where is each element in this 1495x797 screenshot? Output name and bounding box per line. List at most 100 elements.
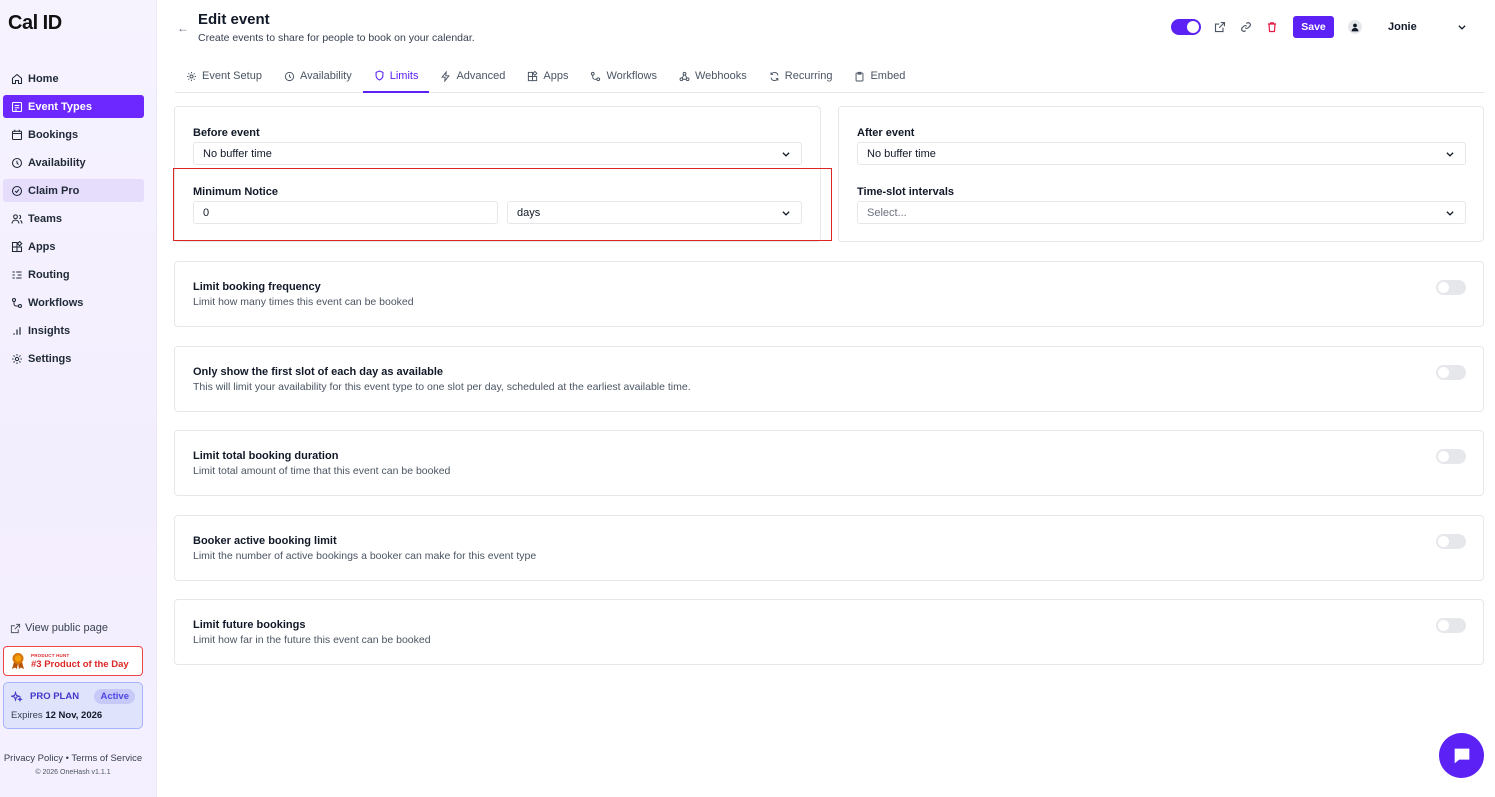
first-slot-only-toggle[interactable] (1436, 365, 1466, 380)
tab-label: Availability (299, 70, 352, 82)
sidebar-item-availability[interactable]: Availability (3, 151, 144, 174)
row-description: Limit total amount of time that this eve… (193, 465, 451, 477)
avatar[interactable] (1348, 20, 1362, 34)
medal-icon (12, 653, 24, 669)
chat-icon (1454, 748, 1469, 763)
tab-webhooks[interactable]: Webhooks (668, 60, 758, 92)
after-event-select[interactable]: No buffer time (857, 142, 1466, 165)
insights-icon (10, 324, 23, 337)
terms-of-service-link[interactable]: Terms of Service (71, 753, 142, 764)
pro-plan-card[interactable]: PRO PLAN Active Expires 12 Nov, 2026 (3, 682, 143, 729)
calendar-icon (10, 128, 23, 141)
chat-button[interactable] (1439, 733, 1484, 778)
sidebar-item-label: Claim Pro (28, 184, 80, 197)
chevron-down-icon (1446, 152, 1454, 157)
sparkle-icon (11, 690, 23, 702)
time-slot-select[interactable]: Select... (857, 201, 1466, 224)
limit-total-duration-card: Limit total booking duration Limit total… (174, 430, 1484, 496)
sidebar-item-workflows[interactable]: Workflows (3, 291, 144, 314)
apps-icon (10, 240, 23, 253)
product-hunt-rank: #3 Product of the Day (31, 658, 129, 670)
save-button[interactable]: Save (1293, 16, 1334, 38)
tab-workflows[interactable]: Workflows (579, 60, 668, 92)
view-public-page-link[interactable]: View public page (10, 622, 108, 634)
chevron-down-icon (782, 152, 790, 157)
sidebar-item-teams[interactable]: Teams (3, 207, 144, 230)
row-description: This will limit your availability for th… (193, 381, 691, 393)
sidebar-item-label: Home (28, 72, 59, 85)
chevron-down-icon (1446, 211, 1454, 216)
sidebar-item-routing[interactable]: Routing (3, 263, 144, 286)
row-description: Limit the number of active bookings a bo… (193, 550, 537, 562)
app-logo[interactable]: Cal ID (8, 12, 62, 35)
sidebar-item-label: Availability (28, 156, 86, 169)
sidebar-item-label: Settings (28, 352, 72, 365)
row-title: Limit future bookings (193, 619, 306, 631)
sidebar-item-home[interactable]: Home (3, 67, 144, 90)
clipboard-icon (854, 71, 865, 82)
booker-active-limit-toggle[interactable] (1436, 534, 1466, 549)
home-icon (10, 72, 23, 85)
tab-label: Recurring (784, 70, 833, 82)
product-hunt-badge[interactable]: PRODUCT HUNT #3 Product of the Day (3, 646, 143, 676)
page-title: Edit event (198, 11, 270, 28)
limit-booking-frequency-card: Limit booking frequency Limit how many t… (174, 261, 1484, 327)
routing-icon (10, 268, 23, 281)
users-icon (10, 212, 23, 225)
sidebar-item-bookings[interactable]: Bookings (3, 123, 144, 146)
sidebar-item-label: Apps (28, 240, 56, 253)
event-enabled-toggle[interactable] (1171, 19, 1201, 35)
limit-total-duration-toggle[interactable] (1436, 449, 1466, 464)
tab-event-setup[interactable]: Event Setup (175, 60, 273, 92)
tab-recurring[interactable]: Recurring (758, 60, 844, 92)
first-slot-only-card: Only show the first slot of each day as … (174, 346, 1484, 412)
row-description: Limit how many times this event can be b… (193, 296, 414, 308)
trash-icon[interactable] (1265, 20, 1279, 34)
clock-icon (10, 156, 23, 169)
tab-availability[interactable]: Availability (273, 60, 363, 92)
sidebar-item-label: Teams (28, 212, 63, 225)
copy-link-icon[interactable] (1239, 20, 1253, 34)
sidebar-item-claim-pro[interactable]: Claim Pro (3, 179, 144, 202)
clock-icon (284, 71, 295, 82)
tab-advanced[interactable]: Advanced (429, 60, 516, 92)
plan-name: PRO PLAN (30, 691, 80, 702)
sidebar: Cal ID Home Event Types Bookings Availab… (0, 0, 157, 797)
external-link-icon (10, 623, 21, 633)
limit-future-bookings-card: Limit future bookings Limit how far in t… (174, 599, 1484, 665)
external-link-icon[interactable] (1213, 20, 1227, 34)
user-name[interactable]: Jonie (1388, 21, 1417, 33)
workflow-icon (10, 296, 23, 309)
view-public-label: View public page (25, 622, 108, 634)
repeat-icon (769, 71, 780, 82)
expires-date: 12 Nov, 2026 (45, 710, 103, 721)
footer-links: Privacy Policy • Terms of Service (0, 753, 146, 764)
workflow-icon (590, 71, 601, 82)
booker-active-limit-card: Booker active booking limit Limit the nu… (174, 515, 1484, 581)
sidebar-item-label: Workflows (28, 296, 84, 309)
limit-booking-frequency-toggle[interactable] (1436, 280, 1466, 295)
event-tabs: Event Setup Availability Limits Advanced… (175, 60, 1484, 93)
time-slot-placeholder: Select... (867, 206, 907, 219)
row-title: Booker active booking limit (193, 535, 337, 547)
sidebar-item-apps[interactable]: Apps (3, 235, 144, 258)
time-slot-label: Time-slot intervals (857, 186, 954, 198)
sidebar-item-label: Event Types (28, 100, 92, 113)
before-event-select[interactable]: No buffer time (193, 142, 802, 165)
privacy-policy-link[interactable]: Privacy Policy (4, 753, 63, 764)
sidebar-item-event-types[interactable]: Event Types (3, 95, 144, 118)
limit-future-bookings-toggle[interactable] (1436, 618, 1466, 633)
sidebar-item-insights[interactable]: Insights (3, 319, 144, 342)
back-button[interactable]: ← (177, 21, 189, 35)
chevron-down-icon[interactable] (1457, 22, 1467, 32)
tab-embed[interactable]: Embed (843, 60, 916, 92)
before-event-value: No buffer time (203, 147, 272, 160)
sidebar-item-label: Bookings (28, 128, 79, 141)
tab-label: Embed (870, 70, 906, 82)
bolt-icon (440, 70, 451, 82)
tab-limits[interactable]: Limits (362, 60, 430, 93)
sidebar-item-label: Routing (28, 268, 70, 281)
sidebar-item-settings[interactable]: Settings (3, 347, 144, 370)
tab-label: Limits (389, 69, 419, 82)
tab-apps[interactable]: Apps (516, 60, 579, 92)
